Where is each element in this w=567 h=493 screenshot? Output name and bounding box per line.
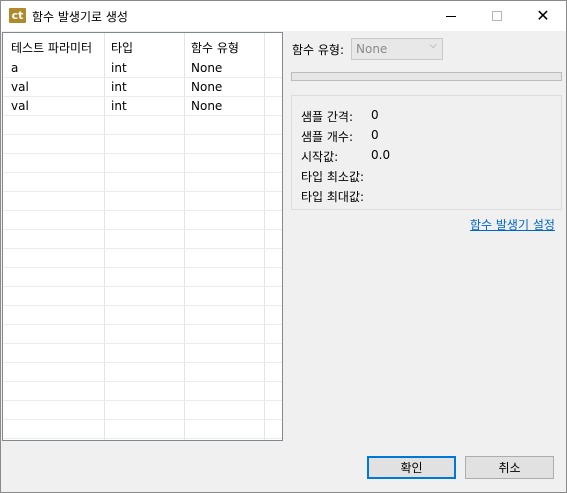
empty-table-row [3,325,282,344]
table-row[interactable]: val int None [3,97,282,116]
cell-param: val [11,99,29,113]
empty-table-row [3,306,282,325]
sample-count-value: 0 [371,128,379,142]
progress-bar [291,72,562,81]
close-icon: ✕ [536,6,550,25]
cell-type: int [111,99,127,113]
app-icon: ct [9,8,26,23]
start-value-value: 0.0 [371,148,391,162]
title-bar[interactable]: ct 함수 발생기로 생성 ✕ [1,1,566,31]
function-generator-dialog: ct 함수 발생기로 생성 ✕ 테스트 파라미터 타입 함수 유형 a int … [0,0,567,493]
empty-table-row [3,401,282,420]
cell-param: a [11,61,19,75]
empty-table-row [3,249,282,268]
minimize-button[interactable] [428,1,474,31]
cell-function[interactable]: None [191,80,222,94]
empty-table-row [3,420,282,439]
sample-count-label: 샘플 개수: [301,130,354,144]
empty-table-row [3,192,282,211]
empty-table-row [3,363,282,382]
start-value-label: 시작값: [301,150,339,164]
table-row[interactable]: val int None [3,78,282,97]
table-row[interactable]: a int None [3,59,282,78]
function-type-select: None ⌵ [351,38,443,60]
empty-table-row [3,230,282,249]
cell-type: int [111,61,127,75]
empty-table-row [3,173,282,192]
cancel-button[interactable]: 취소 [465,456,554,479]
window-title: 함수 발생기로 생성 [32,10,128,24]
close-button[interactable]: ✕ [520,1,566,31]
maximize-button [474,1,520,31]
cell-type: int [111,80,127,94]
empty-table-row [3,382,282,401]
generator-settings-link[interactable]: 함수 발생기 설정 [470,216,555,233]
sample-interval-label: 샘플 간격: [301,110,354,124]
minimize-icon [446,15,456,17]
empty-table-row [3,154,282,173]
empty-table-row [3,116,282,135]
function-type-value: None [356,42,388,56]
sample-interval-value: 0 [371,108,379,122]
parameter-table[interactable]: 테스트 파라미터 타입 함수 유형 a int None val int Non… [2,32,283,441]
info-panel: 샘플 간격: 0 샘플 개수: 0 시작값: 0.0 타입 최소값: 타입 최대… [291,95,562,210]
empty-table-row [3,344,282,363]
table-header: 테스트 파라미터 타입 함수 유형 [3,33,282,59]
cell-param: val [11,80,29,94]
header-type[interactable]: 타입 [111,39,133,56]
chevron-down-icon: ⌵ [429,40,437,51]
empty-table-row [3,135,282,154]
function-type-label: 함수 유형: [292,43,345,57]
cell-function[interactable]: None [191,61,222,75]
empty-table-row [3,287,282,306]
type-max-label: 타입 최대값: [301,190,365,204]
empty-table-row [3,211,282,230]
empty-table-row [3,268,282,287]
ok-button[interactable]: 확인 [367,456,456,479]
header-function-type[interactable]: 함수 유형 [191,39,239,56]
maximize-icon [492,11,502,21]
cell-function[interactable]: None [191,99,222,113]
header-test-parameter[interactable]: 테스트 파라미터 [11,39,92,56]
type-min-label: 타입 최소값: [301,170,365,184]
